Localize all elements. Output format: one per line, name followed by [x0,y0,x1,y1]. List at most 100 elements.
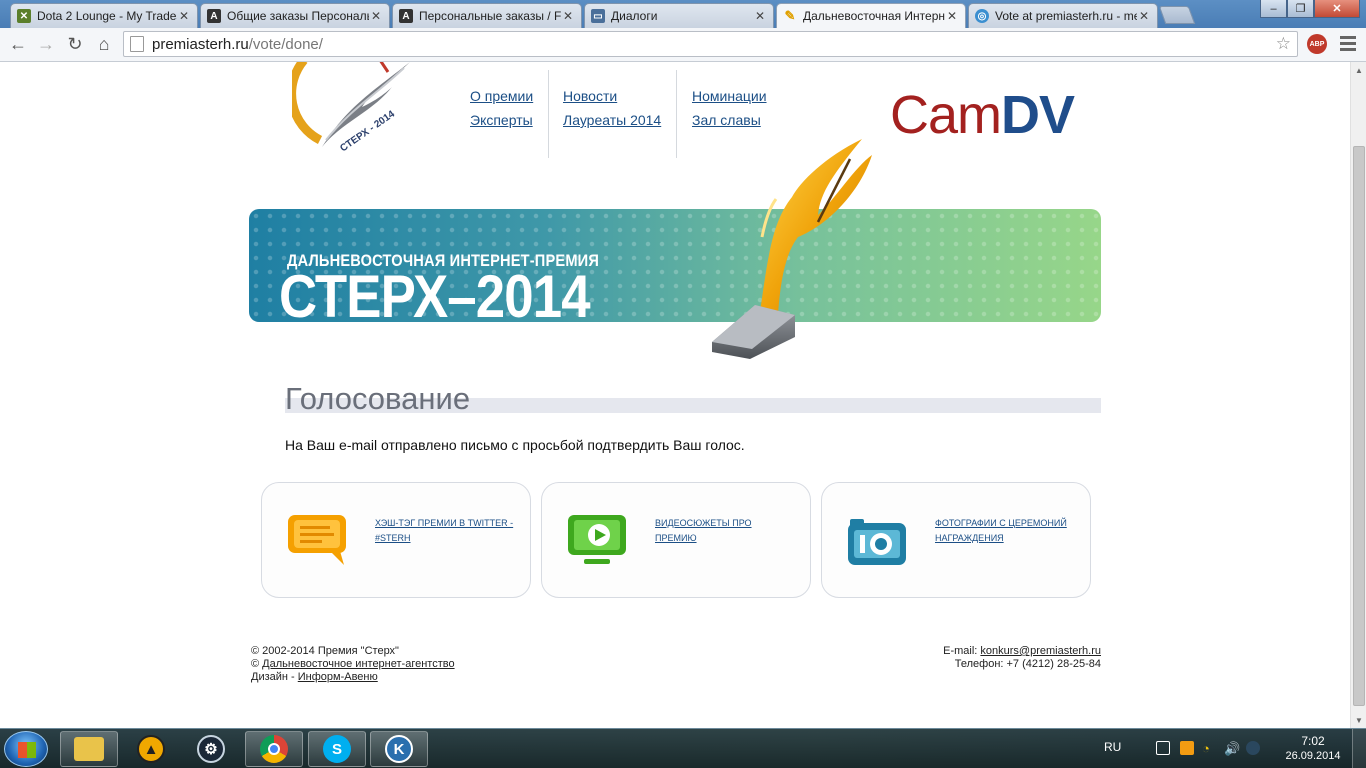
language-indicator[interactable]: RU [1104,740,1121,754]
tab-title: Vote at premiasterh.ru - me [995,9,1137,23]
home-icon[interactable]: ⌂ [92,32,116,56]
footer-right: E-mail: konkurs@premiasterh.ru Телефон: … [900,645,1101,671]
clock-time: 7:02 [1301,734,1325,748]
photos-link[interactable]: Фотографии с церемоний награждения [935,516,1075,546]
steam-tray-icon[interactable] [1246,741,1260,755]
nav-about[interactable]: О премии [470,88,533,104]
windows-logo-icon [18,742,36,758]
footer-agency-line: © Дальневосточное интернет-агентство [251,658,455,671]
trophy-statuette-image [712,139,872,359]
taskbar-file-explorer[interactable] [60,731,118,767]
nav-nominations[interactable]: Номинации [692,88,767,104]
close-icon[interactable]: ✕ [753,9,767,23]
card-videos[interactable]: Видеосюжеты про премию [541,482,811,598]
taskbar-steam[interactable]: ⚙ [182,731,240,767]
url-text[interactable]: premiasterh.ru/vote/done/ [152,36,1276,53]
tab-dialogs[interactable]: ▭ Диалоги ✕ [584,3,774,28]
page-title: Голосование [285,381,471,416]
close-window-button[interactable]: ✕ [1314,0,1360,18]
url-host: premiasterh.ru [152,35,249,53]
tab-title: Персональные заказы / Freelance [419,9,561,23]
taskbar-chrome[interactable] [245,731,303,767]
scrollbar-thumb[interactable] [1353,146,1365,706]
scroll-up-icon[interactable]: ▲ [1351,62,1366,78]
page-icon [130,36,144,52]
sterh-logo[interactable]: СТЕРХ - 2014 [292,62,417,157]
restore-button[interactable]: ❐ [1287,0,1314,18]
tab-general-orders[interactable]: A Общие заказы Персональные ✕ [200,3,390,28]
quill-icon: ✎ [784,8,796,23]
letter-a-icon: A [207,9,221,23]
adblock-label: ABP [1309,40,1325,48]
nav-news[interactable]: Новости [563,88,661,104]
nav-divider [676,70,677,158]
close-icon[interactable]: ✕ [1137,9,1151,23]
close-icon[interactable]: ✕ [177,9,191,23]
email-link[interactable]: konkurs@premiasterh.ru [980,645,1101,657]
wifi-icon[interactable]: ◔ [1202,741,1216,756]
bookmark-star-icon[interactable]: ☆ [1276,34,1291,54]
address-bar[interactable]: premiasterh.ru/vote/done/ ☆ [123,31,1298,57]
window-controls: – ❐ ✕ [1260,0,1360,18]
start-button[interactable] [4,731,48,767]
page-scrollbar[interactable]: ▲ ▼ [1350,62,1366,728]
footer-email-line: E-mail: konkurs@premiasterh.ru [900,645,1101,658]
tab-title: Дальневосточная Интернет-премия [803,9,945,23]
card-twitter[interactable]: Хэш-тэг премии в twitter - #sterh [261,482,531,598]
hero-banner: ДАЛЬНЕВОСТОЧНАЯ ИНТЕРНЕТ-ПРЕМИЯ СТЕРХ–20… [249,209,1101,322]
kate-mobile-icon: K [385,735,413,763]
file-explorer-icon [74,737,104,761]
speech-bubble-icon [288,515,346,565]
new-tab-button[interactable] [1158,6,1196,24]
footer-copyright: © 2002-2014 Премия "Стерх" [251,645,399,657]
footer-left: © 2002-2014 Премия "Стерх" © Дальневосто… [251,645,455,684]
close-icon[interactable]: ✕ [945,9,959,23]
url-path: /vote/done/ [248,35,323,53]
skype-icon: S [323,735,351,763]
videos-link[interactable]: Видеосюжеты про премию [655,516,795,546]
tab-sterh-active[interactable]: ✎ Дальневосточная Интернет-премия ✕ [776,3,966,28]
design-prefix: Дизайн - [251,671,298,683]
chrome-icon [260,735,288,763]
scroll-down-icon[interactable]: ▼ [1351,712,1366,728]
video-monitor-icon [568,515,626,564]
tab-title: Общие заказы Персональные [227,9,369,23]
page-content: СТЕРХ - 2014 О премии Эксперты Новости Л… [0,62,1350,728]
battery-icon[interactable] [1180,741,1194,755]
back-icon[interactable]: ← [6,32,30,56]
taskbar-aimp[interactable]: ▲ [122,731,180,767]
tab-strip: ✕ Dota 2 Lounge - My Trades ✕ A Общие за… [0,0,1366,28]
adblock-extension-icon[interactable]: ABP [1307,34,1327,54]
agency-link[interactable]: Дальневосточное интернет-агентство [262,658,454,670]
clock-date: 26.09.2014 [1285,750,1341,762]
footer-design-line: Дизайн - Информ-Авеню [251,671,455,684]
network-device-icon[interactable] [1156,741,1170,755]
volume-icon[interactable]: 🔊 [1224,741,1240,756]
sponsor-dv-text: DV [1001,85,1075,145]
nav-experts[interactable]: Эксперты [470,112,533,128]
minimize-button[interactable]: – [1260,0,1287,18]
taskbar-kate[interactable]: K [370,731,428,767]
tab-vote[interactable]: ◎ Vote at premiasterh.ru - me ✕ [968,3,1158,28]
sponsor-cam-text: Cam [890,85,1002,145]
confirmation-message: На Ваш e-mail отправлено письмо с просьб… [285,437,745,453]
taskbar-skype[interactable]: S [308,731,366,767]
tab-dota-lounge[interactable]: ✕ Dota 2 Lounge - My Trades ✕ [10,3,198,28]
show-desktop-button[interactable] [1352,729,1366,768]
tab-personal-orders[interactable]: A Персональные заказы / Freelance ✕ [392,3,582,28]
dota-lounge-icon: ✕ [17,9,31,23]
reload-icon[interactable]: ↻ [63,32,87,56]
agency-prefix: © [251,658,263,670]
twitter-hashtag-link[interactable]: Хэш-тэг премии в twitter - #sterh [375,516,515,546]
camdv-sponsor-logo[interactable]: CamDV [890,85,1075,145]
nav-hall-of-fame[interactable]: Зал славы [692,112,767,128]
forward-icon[interactable]: → [34,32,58,56]
system-clock[interactable]: 7:02 26.09.2014 [1283,734,1343,764]
tab-title: Dota 2 Lounge - My Trades [37,9,177,23]
nav-laureates[interactable]: Лауреаты 2014 [563,112,661,128]
menu-icon[interactable] [1340,36,1356,54]
close-icon[interactable]: ✕ [369,9,383,23]
design-link[interactable]: Информ-Авеню [298,671,378,683]
card-photos[interactable]: Фотографии с церемоний награждения [821,482,1091,598]
close-icon[interactable]: ✕ [561,9,575,23]
